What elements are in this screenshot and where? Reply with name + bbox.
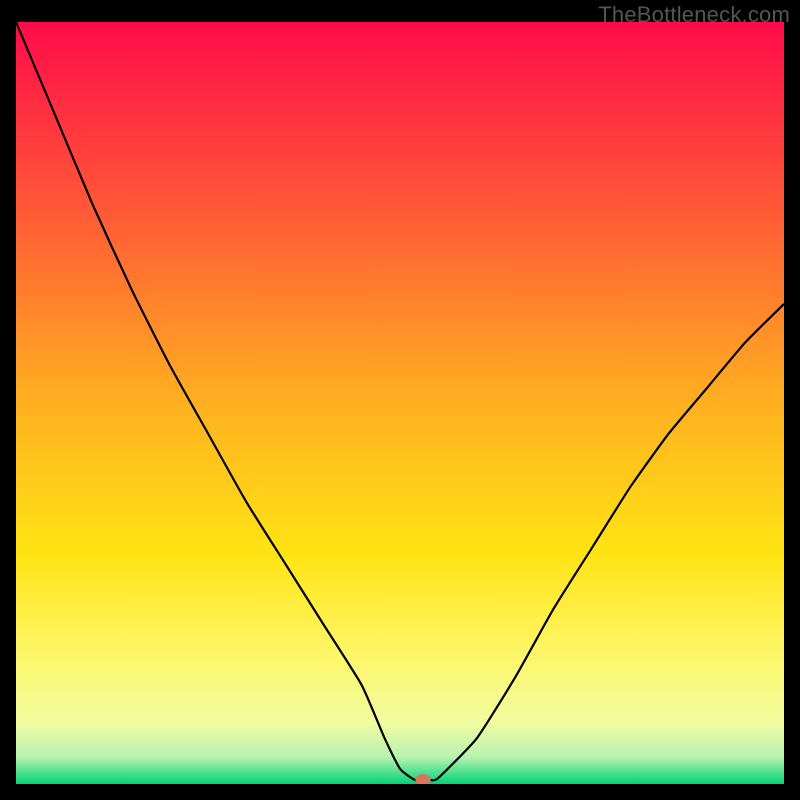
chart-background bbox=[16, 22, 784, 784]
bottleneck-chart bbox=[16, 22, 784, 784]
chart-container: TheBottleneck.com bbox=[0, 0, 800, 800]
watermark-label: TheBottleneck.com bbox=[598, 2, 790, 28]
